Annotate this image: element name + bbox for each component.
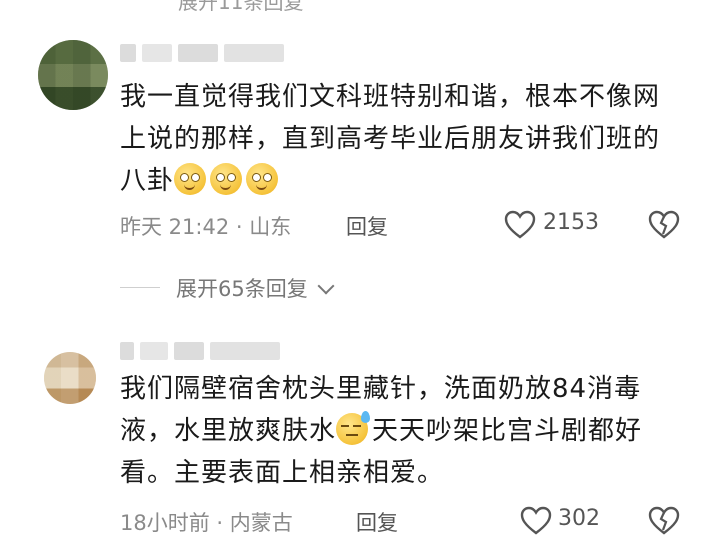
avatar[interactable] [38, 40, 108, 110]
reply-button[interactable]: 回复 [356, 507, 398, 537]
like-count: 302 [558, 506, 600, 531]
avatar[interactable] [44, 352, 96, 404]
comment-meta: 18小时前 · 内蒙古 [120, 511, 293, 535]
like-count: 2153 [543, 210, 599, 235]
sweat-emoji [336, 411, 371, 445]
comment-meta: 昨天 21:42 · 山东 [120, 215, 292, 239]
like-icon[interactable] [504, 210, 536, 240]
divider [120, 287, 160, 288]
comment-text: 我一直觉得我们文科班特别和谐，根本不像网上说的那样，直到高考毕业后朋友讲我们班的… [120, 76, 680, 202]
username-blurred[interactable] [120, 342, 280, 360]
expand-replies-label: 展开65条回复 [176, 277, 308, 301]
chevron-down-icon [317, 277, 335, 295]
like-icon[interactable] [520, 506, 552, 536]
expand-replies-button[interactable]: 展开65条回复 [176, 273, 335, 303]
comment-text: 我们隔壁宿舍枕头里藏针，洗面奶放84消毒液，水里放爽肤水 天天吵架比宫斗剧都好看。… [120, 368, 680, 494]
smirk-emoji [174, 163, 207, 195]
smirk-emoji [210, 163, 243, 195]
dislike-icon[interactable] [648, 210, 680, 240]
username-blurred[interactable] [120, 44, 284, 62]
dislike-icon[interactable] [648, 506, 680, 536]
reply-button[interactable]: 回复 [346, 211, 388, 241]
previous-expand-replies[interactable]: 展开11条回复 [178, 0, 303, 15]
smirk-emoji [246, 163, 279, 195]
